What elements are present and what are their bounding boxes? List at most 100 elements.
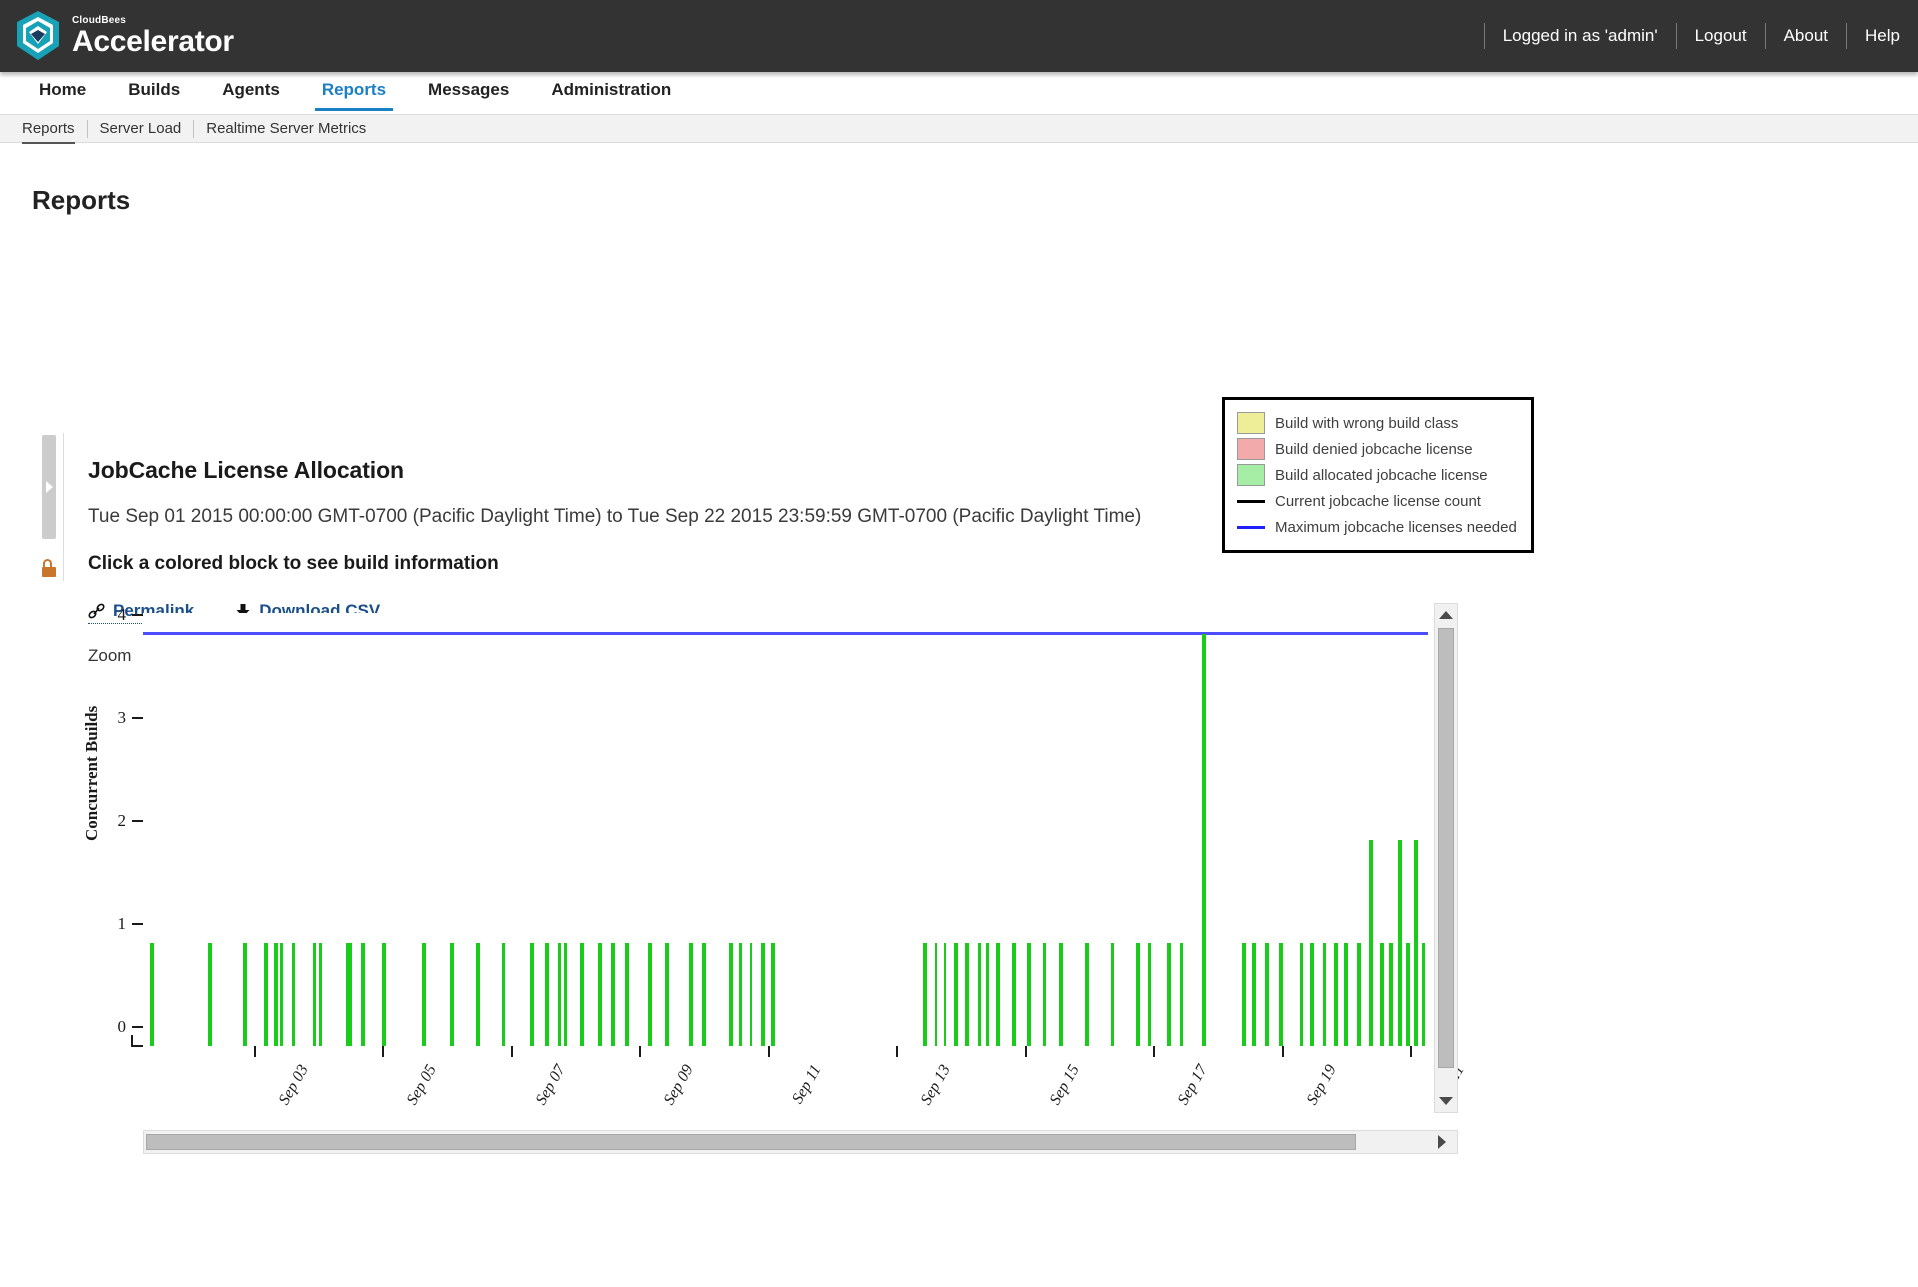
chart-bar[interactable] bbox=[1059, 942, 1064, 1046]
chart-bar[interactable] bbox=[761, 942, 765, 1046]
chart-bar[interactable] bbox=[346, 942, 352, 1046]
chart-bar[interactable] bbox=[985, 942, 989, 1046]
chart-bar[interactable] bbox=[1278, 942, 1283, 1046]
y-axis-tick-label: 3 bbox=[117, 707, 127, 727]
horizontal-scroll-thumb[interactable] bbox=[146, 1134, 1356, 1150]
chart-bar[interactable] bbox=[1357, 942, 1362, 1046]
chart-bar[interactable] bbox=[382, 942, 386, 1046]
chart-bar[interactable] bbox=[771, 942, 776, 1046]
nav-item-messages[interactable]: Messages bbox=[407, 80, 530, 111]
chart-bar[interactable] bbox=[243, 942, 248, 1046]
subnav-item-realtime-server-metrics[interactable]: Realtime Server Metrics bbox=[194, 120, 378, 137]
scroll-right-button[interactable] bbox=[1427, 1131, 1457, 1153]
chart-bar[interactable] bbox=[739, 942, 743, 1046]
subnav-item-reports[interactable]: Reports bbox=[20, 120, 87, 144]
legend-entry: Maximum jobcache licenses needed bbox=[1237, 514, 1517, 540]
scroll-down-button[interactable] bbox=[1435, 1090, 1457, 1112]
chart-bar[interactable] bbox=[996, 942, 1001, 1046]
chart-bar[interactable] bbox=[1413, 839, 1418, 1046]
chart-bar[interactable] bbox=[922, 942, 927, 1046]
chart-bar[interactable] bbox=[728, 942, 733, 1046]
chart-bar[interactable] bbox=[1309, 942, 1314, 1046]
chart-bar[interactable] bbox=[361, 942, 365, 1046]
subnav-item-server-load[interactable]: Server Load bbox=[88, 120, 194, 137]
chart-bar[interactable] bbox=[150, 942, 154, 1046]
chart-bar[interactable] bbox=[501, 942, 506, 1046]
chart-vertical-scrollbar[interactable] bbox=[1434, 603, 1458, 1113]
chart-bar[interactable] bbox=[1011, 942, 1016, 1046]
chart-bar[interactable] bbox=[1344, 942, 1349, 1046]
chart-bar[interactable] bbox=[1110, 942, 1115, 1046]
chart-bar[interactable] bbox=[689, 942, 693, 1046]
chart-bar[interactable] bbox=[1421, 942, 1426, 1046]
report-date-range: Tue Sep 01 2015 00:00:00 GMT-0700 (Pacif… bbox=[88, 506, 1142, 527]
chart-bar[interactable] bbox=[1299, 942, 1304, 1046]
chart-bar[interactable] bbox=[648, 942, 652, 1046]
chart-bar[interactable] bbox=[280, 942, 284, 1046]
chart-bar[interactable] bbox=[1406, 942, 1410, 1046]
chart-bar[interactable] bbox=[292, 942, 295, 1046]
page-body: Reports JobCache License Allocation Tue … bbox=[0, 185, 1918, 1154]
nav-item-builds[interactable]: Builds bbox=[107, 80, 201, 111]
logout-link[interactable]: Logout bbox=[1695, 26, 1747, 46]
chart-bar[interactable] bbox=[312, 942, 317, 1046]
help-link[interactable]: Help bbox=[1865, 26, 1900, 46]
chart-bar[interactable] bbox=[965, 942, 970, 1046]
chart-bar[interactable] bbox=[421, 942, 426, 1046]
vertical-scroll-thumb[interactable] bbox=[1438, 628, 1454, 1068]
chart-bar[interactable] bbox=[319, 942, 322, 1046]
nav-item-reports[interactable]: Reports bbox=[301, 80, 407, 111]
report-title: JobCache License Allocation bbox=[88, 457, 404, 483]
chart-bar[interactable] bbox=[579, 942, 584, 1046]
chart-bar[interactable] bbox=[1380, 942, 1385, 1046]
chart-bar[interactable] bbox=[529, 942, 534, 1046]
y-axis-tick-label: 0 bbox=[117, 1017, 127, 1036]
chart-bar[interactable] bbox=[545, 942, 550, 1046]
chart-bar[interactable] bbox=[1389, 942, 1394, 1046]
chart-bar[interactable] bbox=[1264, 942, 1269, 1046]
chart-bar[interactable] bbox=[934, 942, 938, 1046]
y-axis-label: Concurrent Builds bbox=[82, 705, 101, 841]
chart-bar[interactable] bbox=[1368, 839, 1373, 1046]
x-axis-tick-label: Sep 03 bbox=[275, 1062, 312, 1108]
chart-bar[interactable] bbox=[1201, 633, 1206, 1046]
chart-bar[interactable] bbox=[1042, 942, 1047, 1046]
chart-plot-area[interactable]: 0 1 2 3 4 Sep 03 Sep 05 Sep 07 Sep 09 Sep 11 Sep 1… bbox=[118, 605, 1468, 1108]
chart-bar[interactable] bbox=[1167, 942, 1171, 1046]
chart-horizontal-scrollbar[interactable] bbox=[143, 1130, 1458, 1154]
chart-bar[interactable] bbox=[953, 942, 958, 1046]
chart-bar[interactable] bbox=[1136, 942, 1141, 1046]
chart-bar[interactable] bbox=[701, 942, 706, 1046]
chart-bar[interactable] bbox=[475, 942, 480, 1046]
chart-bar[interactable] bbox=[1179, 942, 1183, 1046]
chart-bar[interactable] bbox=[749, 942, 753, 1046]
chart-bar[interactable] bbox=[664, 942, 669, 1046]
chart-bar[interactable] bbox=[274, 942, 278, 1046]
chart-bar[interactable] bbox=[1027, 942, 1031, 1046]
nav-item-administration[interactable]: Administration bbox=[530, 80, 692, 111]
chart-bar[interactable] bbox=[263, 942, 268, 1046]
chart-bar[interactable] bbox=[624, 942, 629, 1046]
unlock-icon[interactable] bbox=[41, 559, 57, 577]
nav-item-agents[interactable]: Agents bbox=[201, 80, 301, 111]
legend-line-max-needed bbox=[1237, 525, 1265, 529]
expand-side-panel-handle[interactable] bbox=[42, 435, 56, 539]
chart-bar[interactable] bbox=[1251, 942, 1256, 1046]
chart-bar[interactable] bbox=[1334, 942, 1339, 1046]
chart-bar[interactable] bbox=[207, 942, 212, 1046]
about-link[interactable]: About bbox=[1784, 26, 1828, 46]
chart-bar[interactable] bbox=[558, 942, 561, 1046]
chart-bar[interactable] bbox=[1322, 942, 1327, 1046]
chart-bar[interactable] bbox=[943, 942, 947, 1046]
chart-bar[interactable] bbox=[978, 942, 982, 1046]
chart-bar[interactable] bbox=[450, 942, 454, 1046]
chart-bar[interactable] bbox=[564, 942, 568, 1046]
chart-bar[interactable] bbox=[597, 942, 602, 1046]
scroll-up-button[interactable] bbox=[1435, 604, 1457, 626]
chart-bar[interactable] bbox=[1147, 942, 1151, 1046]
nav-item-home[interactable]: Home bbox=[18, 80, 107, 111]
chart-bar[interactable] bbox=[1398, 839, 1403, 1046]
chart-bar[interactable] bbox=[1084, 942, 1089, 1046]
chart-bar[interactable] bbox=[1241, 942, 1246, 1046]
chart-bar[interactable] bbox=[610, 942, 615, 1046]
